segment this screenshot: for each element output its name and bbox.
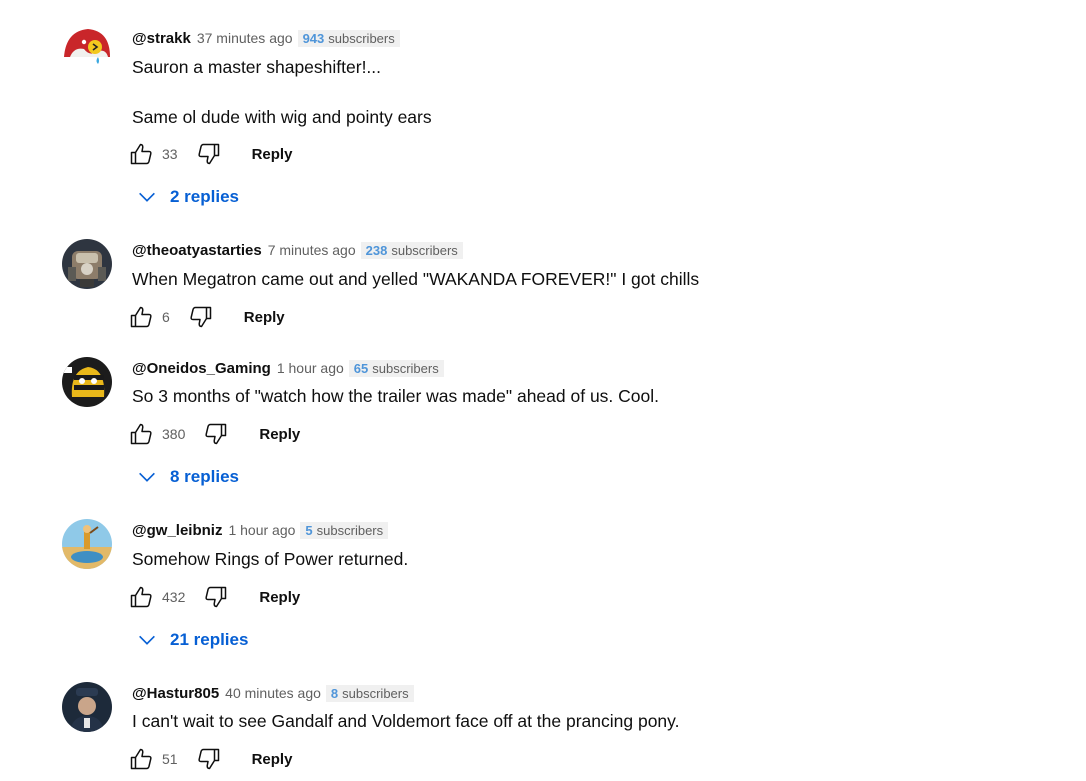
author-name[interactable]: @strakk xyxy=(132,30,191,47)
author-name[interactable]: @Hastur805 xyxy=(132,685,219,702)
subscriber-label: subscribers xyxy=(372,360,439,376)
view-replies-button[interactable]: 8 replies xyxy=(136,465,239,489)
comment-text-line: Same ol dude with wig and pointy ears xyxy=(132,107,432,127)
reply-button[interactable]: Reply xyxy=(252,751,293,768)
avatar[interactable] xyxy=(62,239,112,289)
subscriber-count: 943 xyxy=(302,30,325,46)
replies-count-label: 8 replies xyxy=(170,467,239,486)
chevron-down-icon xyxy=(139,192,155,202)
avatar[interactable] xyxy=(62,682,112,732)
comment-timestamp[interactable]: 1 hour ago xyxy=(228,522,295,538)
comment-header: @Oneidos_Gaming 1 hour ago 65 subscribers xyxy=(132,357,444,379)
thumbs-down-icon[interactable] xyxy=(188,305,212,329)
thumbs-up-icon[interactable] xyxy=(130,747,154,771)
view-replies-button[interactable]: 21 replies xyxy=(136,628,248,652)
comment-actions: 33 Reply xyxy=(130,141,292,167)
like-count: 51 xyxy=(162,751,178,767)
comment-header: @strakk 37 minutes ago 943 subscribers xyxy=(132,27,400,49)
view-replies-button[interactable]: 2 replies xyxy=(136,185,239,209)
comment-text-line: Sauron a master shapeshifter!... xyxy=(132,57,382,77)
subscriber-badge: 5 subscribers xyxy=(300,521,389,539)
like-count: 33 xyxy=(162,146,178,162)
comment-text-line: So 3 months of "watch how the trailer wa… xyxy=(132,386,660,406)
like-count: 6 xyxy=(162,309,170,325)
reply-button[interactable]: Reply xyxy=(259,589,300,606)
thumbs-up-icon[interactable] xyxy=(130,585,154,609)
reply-button[interactable]: Reply xyxy=(244,309,285,326)
chevron-down-icon xyxy=(139,472,155,482)
comment-header: @Hastur805 40 minutes ago 8 subscribers xyxy=(132,682,414,704)
subscriber-count: 238 xyxy=(365,242,388,258)
comment-header: @gw_leibniz 1 hour ago 5 subscribers xyxy=(132,519,389,541)
subscriber-badge: 8 subscribers xyxy=(325,684,414,702)
subscriber-label: subscribers xyxy=(342,685,409,701)
subscriber-label: subscribers xyxy=(391,242,458,258)
author-name[interactable]: @gw_leibniz xyxy=(132,522,222,539)
comment-header: @theoatyastarties 7 minutes ago 238 subsc… xyxy=(132,239,463,261)
thumbs-down-icon[interactable] xyxy=(203,585,227,609)
author-name[interactable]: @theoatyastarties xyxy=(132,242,262,259)
comments-section: @strakk 37 minutes ago 943 subscribers Sa… xyxy=(0,0,1086,781)
comment-text-line: Somehow Rings of Power returned. xyxy=(132,549,409,569)
comment-timestamp[interactable]: 7 minutes ago xyxy=(268,242,356,258)
author-name[interactable]: @Oneidos_Gaming xyxy=(132,360,271,377)
comment-text-line: When Megatron came out and yelled "WAKAN… xyxy=(132,269,700,289)
chevron-down-icon xyxy=(139,635,155,645)
reply-button[interactable]: Reply xyxy=(252,146,293,163)
thumbs-up-icon[interactable] xyxy=(130,142,154,166)
subscriber-count: 5 xyxy=(305,522,313,538)
thumbs-down-icon[interactable] xyxy=(196,142,220,166)
thumbs-up-icon[interactable] xyxy=(130,422,154,446)
comment-actions: 432 Reply xyxy=(130,584,300,610)
replies-count-label: 21 replies xyxy=(170,630,249,649)
subscriber-label: subscribers xyxy=(316,522,384,538)
thumbs-up-icon[interactable] xyxy=(130,305,154,329)
comment-actions: 51 Reply xyxy=(130,746,292,772)
subscriber-badge: 943 subscribers xyxy=(297,29,400,47)
subscriber-count: 8 xyxy=(330,685,339,701)
comment-actions: 6 Reply xyxy=(130,304,285,330)
avatar[interactable] xyxy=(62,519,112,569)
subscriber-badge: 65 subscribers xyxy=(348,359,444,377)
subscriber-label: subscribers xyxy=(328,30,395,46)
comment-text-line: I can't wait to see Gandalf and Voldemor… xyxy=(132,711,680,731)
avatar[interactable] xyxy=(62,357,112,407)
comment-timestamp[interactable]: 1 hour ago xyxy=(277,360,344,376)
replies-count-label: 2 replies xyxy=(170,187,239,206)
reply-button[interactable]: Reply xyxy=(259,426,300,443)
comment-actions: 380 Reply xyxy=(130,421,300,447)
comment-timestamp[interactable]: 37 minutes ago xyxy=(197,30,293,46)
thumbs-down-icon[interactable] xyxy=(203,422,227,446)
subscriber-badge: 238 subscribers xyxy=(360,241,463,259)
subscriber-count: 65 xyxy=(353,360,369,376)
thumbs-down-icon[interactable] xyxy=(196,747,220,771)
comment-timestamp[interactable]: 40 minutes ago xyxy=(225,685,321,701)
like-count: 380 xyxy=(162,426,186,442)
like-count: 432 xyxy=(162,589,186,605)
avatar[interactable] xyxy=(62,27,112,77)
